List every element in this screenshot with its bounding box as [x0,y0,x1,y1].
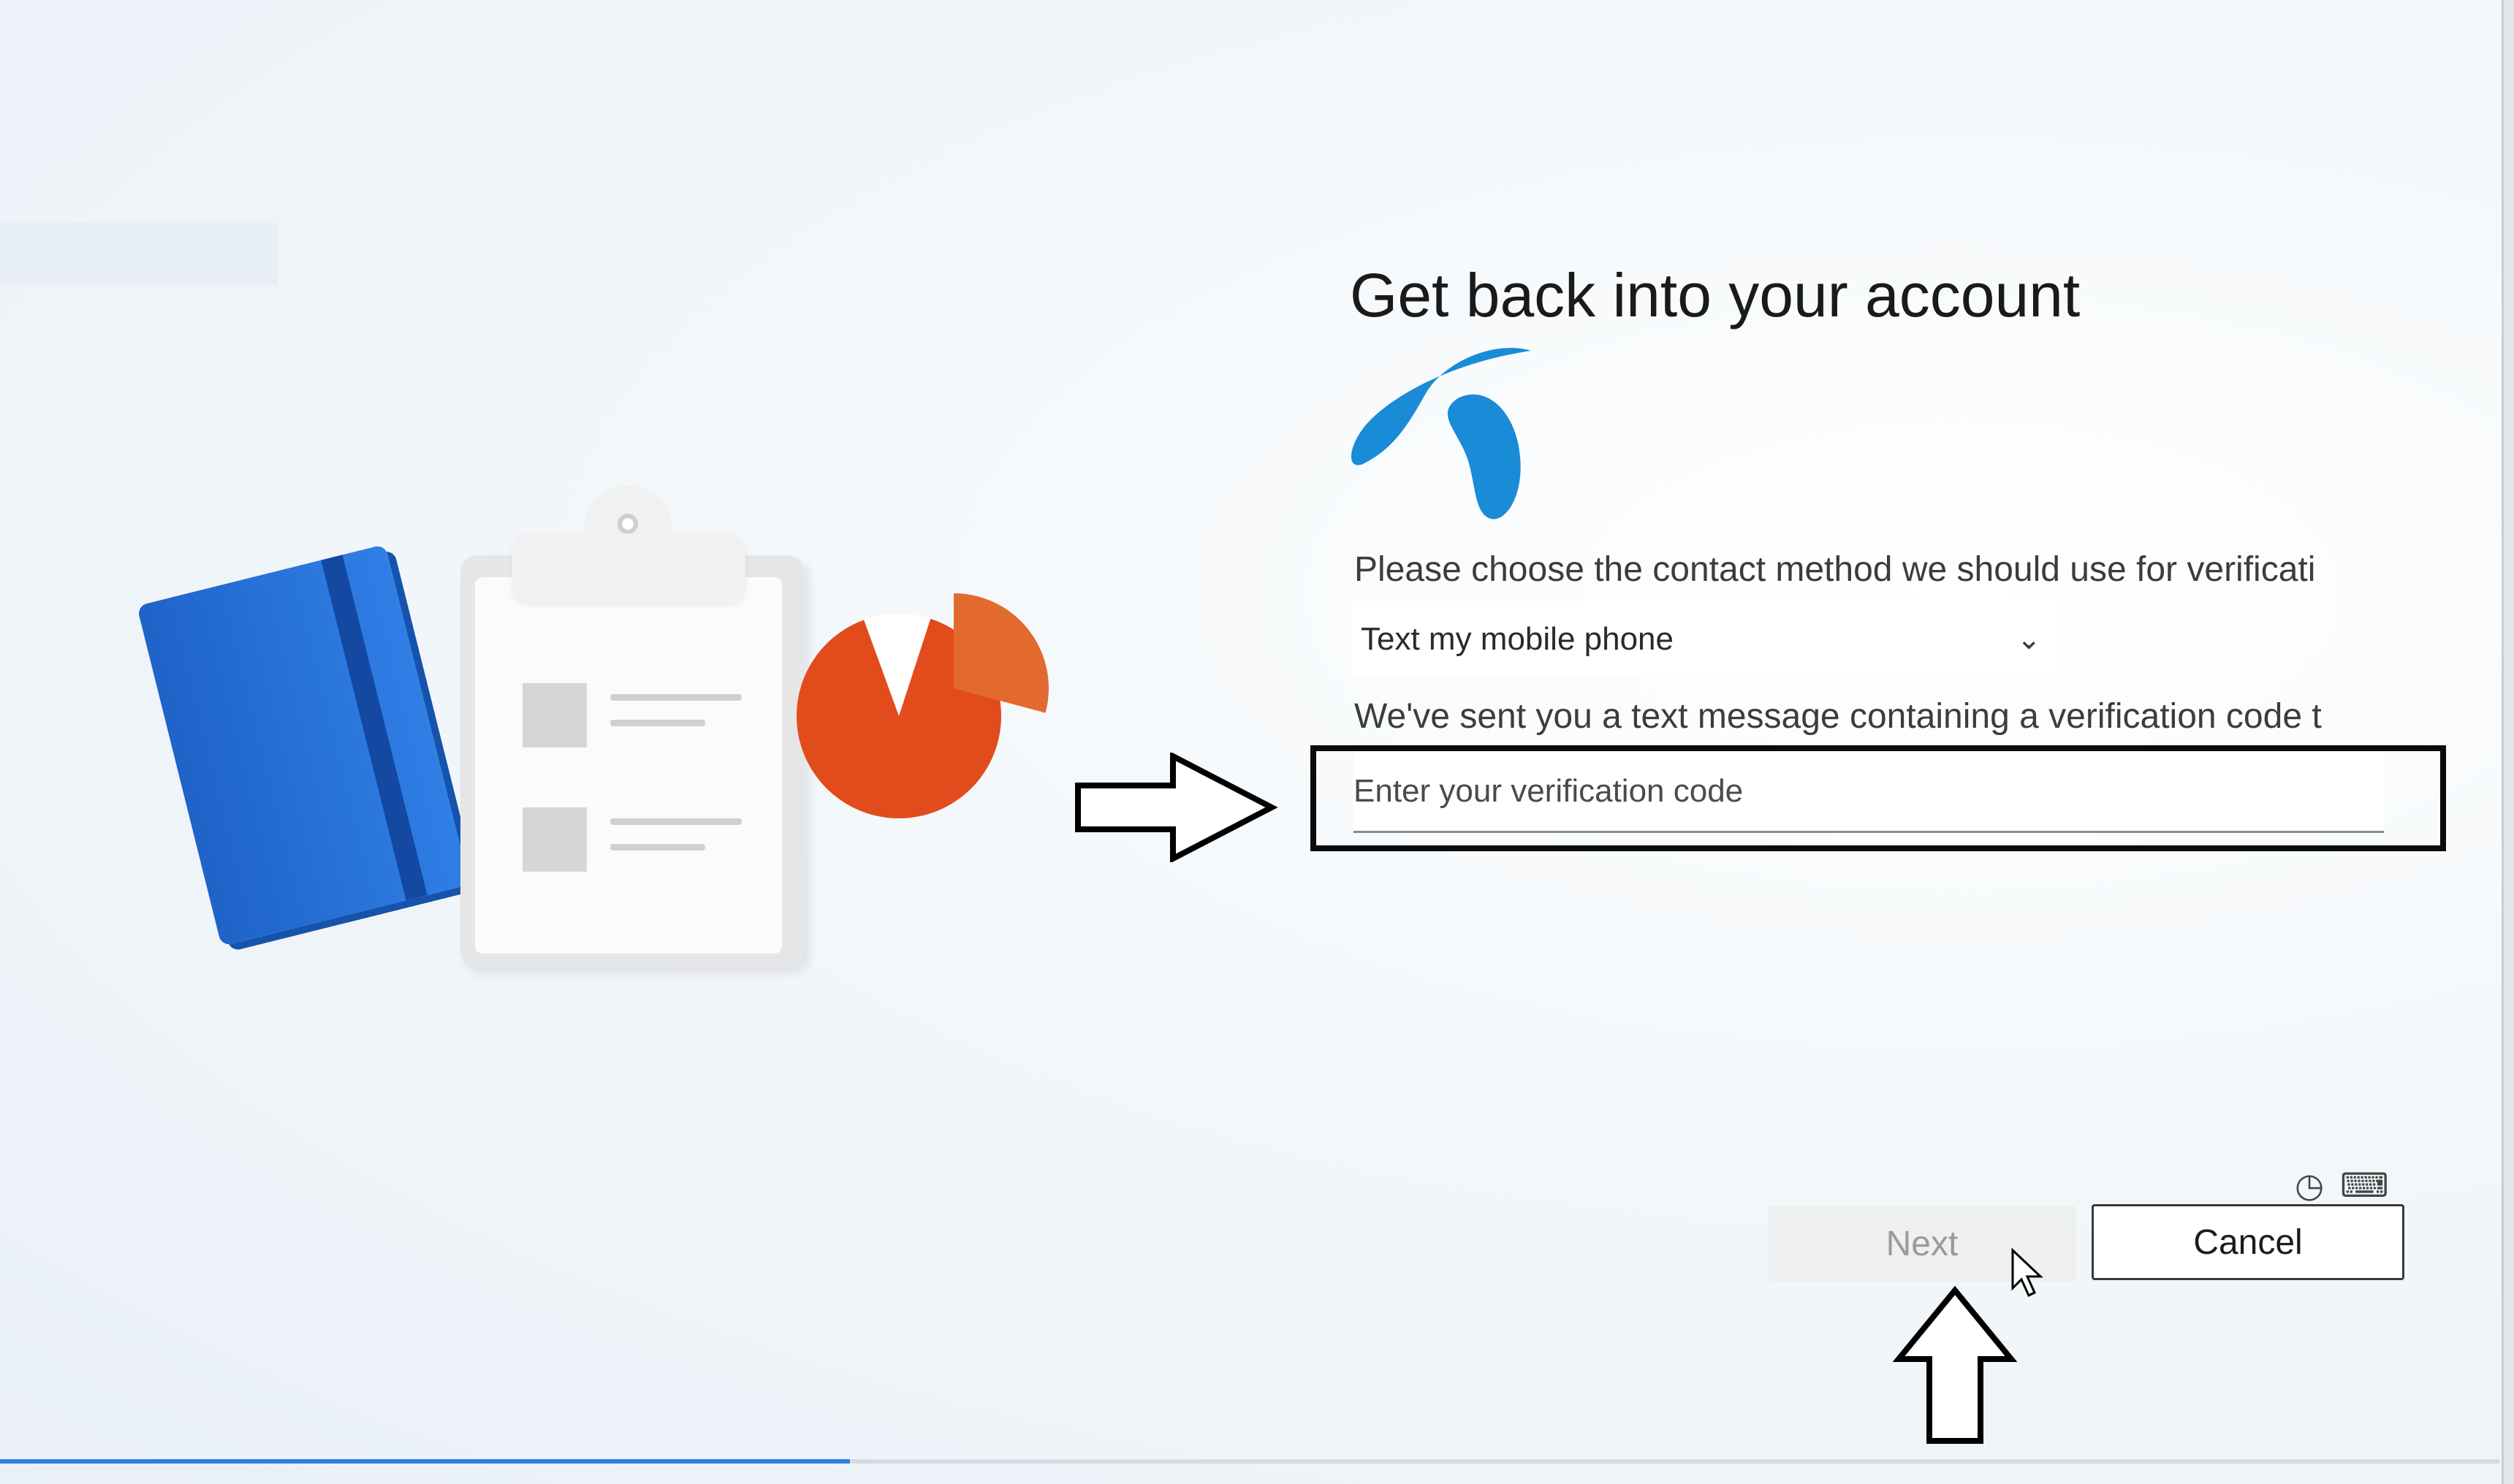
setup-progress-bar [0,1459,2499,1464]
clipboard-illustration [460,486,804,968]
carrier-logo-icon [1351,348,1531,520]
cancel-button[interactable]: Cancel [2092,1204,2404,1280]
contact-method-label: Please choose the contact method we shou… [1354,550,2316,589]
window-edge [2502,0,2514,1484]
arrow-right-icon [1075,753,1278,862]
page-title: Get back into your account [1350,261,2081,330]
arrow-up-icon [1893,1286,2017,1444]
illustration [137,475,1052,986]
chevron-down-icon: ⌄ [2016,623,2041,655]
notebook-illustration [137,544,470,947]
contact-method-value: Text my mobile phone [1361,620,1674,657]
setup-progress-fill [0,1459,850,1464]
top-left-bar [0,223,278,285]
keyboard-icon[interactable]: ⌨ [2340,1165,2388,1205]
highlight-box [1310,745,2446,851]
accessibility-icon[interactable]: ◷ [2295,1165,2324,1205]
system-icons: ◷ ⌨ [2295,1165,2389,1205]
contact-method-select[interactable]: Text my mobile phone ⌄ [1352,601,2057,677]
sent-message-label: We've sent you a text message containing… [1354,697,2322,736]
oobe-screen: Get back into your account Please choose… [0,0,2514,1484]
pie-slice-illustration [859,593,1049,783]
